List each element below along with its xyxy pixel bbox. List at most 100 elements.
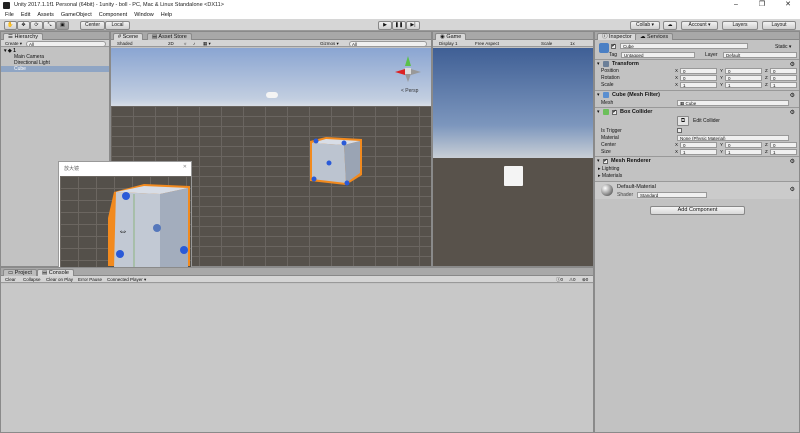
tab-hierarchy[interactable]: ☰ Hierarchy <box>3 33 44 40</box>
menu-assets[interactable]: Assets <box>37 12 54 18</box>
rect-tool-button[interactable]: ▣ <box>56 20 69 30</box>
settings-gear-icon[interactable]: ⚙ <box>790 186 795 193</box>
add-component-button[interactable]: Add Component <box>650 206 745 215</box>
audio-toggle-icon[interactable]: ♪ <box>191 41 197 46</box>
size-z-field[interactable]: 1 <box>770 148 797 155</box>
position-z-field[interactable]: 0 <box>770 67 797 74</box>
center-z-field[interactable]: 0 <box>770 141 797 148</box>
material-field[interactable]: None (Physic Material) <box>677 134 789 141</box>
close-button[interactable]: ✕ <box>776 0 800 10</box>
move-tool-button[interactable]: ✥ <box>17 20 30 30</box>
rotation-y-field[interactable]: 0 <box>725 74 762 81</box>
center-x-field[interactable]: 0 <box>680 141 717 148</box>
hierarchy-search-input[interactable]: All <box>26 40 106 47</box>
info-count[interactable]: ⓘ0 <box>554 277 565 282</box>
materials-foldout[interactable]: ▸ Materials <box>598 173 622 179</box>
settings-gear-icon[interactable]: ⚙ <box>790 158 795 165</box>
position-x-field[interactable]: 0 <box>680 67 717 74</box>
game-viewport[interactable] <box>433 48 593 266</box>
menu-gameobject[interactable]: GameObject <box>61 12 92 18</box>
console-error-pause-button[interactable]: Error Pause <box>76 277 104 282</box>
scale-z-field[interactable]: 1 <box>770 81 797 88</box>
object-name-input[interactable]: Cube <box>620 43 748 49</box>
create-dropdown[interactable]: Create ▾ <box>3 41 24 46</box>
shading-dropdown[interactable]: Shaded <box>115 41 135 46</box>
scale-tool-button[interactable]: ⤡ <box>43 20 56 30</box>
menu-component[interactable]: Component <box>99 12 127 18</box>
magnifier-close-button[interactable]: ✕ <box>183 164 187 170</box>
minimize-button[interactable]: – <box>724 0 748 10</box>
hierarchy-item-cube[interactable]: Cube <box>14 66 26 72</box>
rotation-z-field[interactable]: 0 <box>770 74 797 81</box>
rotation-x-field[interactable]: 0 <box>680 74 717 81</box>
tab-project[interactable]: ▭ Project <box>3 269 37 276</box>
tab-console[interactable]: ▤ Console <box>37 269 74 276</box>
center-y-field[interactable]: 0 <box>725 141 762 148</box>
shader-dropdown[interactable]: Standard <box>637 191 707 198</box>
settings-gear-icon[interactable]: ⚙ <box>790 61 795 68</box>
menu-help[interactable]: Help <box>161 12 172 18</box>
layout-dropdown[interactable]: Layout <box>762 20 796 30</box>
pivot-local-button[interactable]: Local <box>105 20 130 30</box>
scale-value[interactable]: 1x <box>568 41 577 46</box>
collab-button[interactable]: Collab ▾ <box>630 20 660 30</box>
size-y-field[interactable]: 1 <box>725 148 762 155</box>
menu-edit[interactable]: Edit <box>21 12 30 18</box>
layers-dropdown[interactable]: Layers <box>722 20 758 30</box>
2d-toggle[interactable]: 2D <box>166 41 176 46</box>
tab-game[interactable]: ◉ Game <box>435 33 467 40</box>
pivot-center-button[interactable]: Center <box>80 20 105 30</box>
box-collider-header[interactable]: ▾ ✔ Box Collider ⚙ <box>595 107 799 116</box>
gizmos-dropdown[interactable]: Gizmos ▾ <box>318 41 341 46</box>
mesh-field[interactable]: ▦ Cube <box>677 99 789 106</box>
mesh-renderer-header[interactable]: ▾ ✔ Mesh Renderer ⚙ <box>595 156 799 165</box>
scale-x-field[interactable]: 1 <box>680 81 717 88</box>
console-log-area[interactable] <box>1 284 593 432</box>
mesh-filter-header[interactable]: ▾ Cube (Mesh Filter) ⚙ <box>595 90 799 99</box>
mesh-renderer-enabled-checkbox[interactable]: ✔ <box>603 158 608 164</box>
box-collider-enabled-checkbox[interactable]: ✔ <box>612 109 617 115</box>
lighting-toggle-icon[interactable]: ☼ <box>181 41 189 46</box>
tab-services[interactable]: ☁ Services <box>635 33 674 40</box>
console-collapse-button[interactable]: Collapse <box>21 277 43 282</box>
scale-y-field[interactable]: 1 <box>725 81 762 88</box>
aspect-dropdown[interactable]: Free Aspect <box>473 41 501 46</box>
cube-object[interactable] <box>304 133 374 188</box>
layer-dropdown[interactable]: Default <box>723 51 797 58</box>
menu-window[interactable]: Window <box>134 12 154 18</box>
tag-dropdown[interactable]: Untagged <box>621 51 695 58</box>
active-checkbox[interactable]: ✔ <box>611 44 616 49</box>
menu-file[interactable]: File <box>5 12 14 18</box>
edit-collider-button[interactable]: ⧉ <box>677 116 689 126</box>
perspective-label[interactable]: < Persp <box>401 88 418 94</box>
rotate-tool-button[interactable]: ⟳ <box>30 20 43 30</box>
tab-scene[interactable]: # Scene <box>113 33 144 40</box>
connected-player-dropdown[interactable]: Connected Player ▾ <box>105 277 148 282</box>
error-count[interactable]: ⊗0 <box>580 277 590 282</box>
light-gizmo-icon[interactable] <box>266 92 278 98</box>
hand-tool-button[interactable]: ✋ <box>4 20 17 30</box>
scene-search-input[interactable]: All <box>349 40 427 47</box>
display-dropdown[interactable]: Display 1 <box>437 41 460 46</box>
x-axis-label: X <box>675 82 679 87</box>
position-y-field[interactable]: 0 <box>725 67 762 74</box>
cloud-button[interactable]: ☁ <box>663 20 677 30</box>
pause-button[interactable]: ❚❚ <box>392 20 406 30</box>
play-button[interactable]: ▶ <box>378 20 392 30</box>
console-clear-button[interactable]: Clear <box>3 277 18 282</box>
scene-orientation-gizmo[interactable] <box>393 54 423 86</box>
settings-gear-icon[interactable]: ⚙ <box>790 92 795 99</box>
tab-asset-store[interactable]: ▤ Asset Store <box>147 33 192 40</box>
settings-gear-icon[interactable]: ⚙ <box>790 109 795 116</box>
account-button[interactable]: Account ▾ <box>681 20 718 30</box>
size-x-field[interactable]: 1 <box>680 148 717 155</box>
is-trigger-checkbox[interactable] <box>677 128 682 133</box>
step-button[interactable]: ▶| <box>406 20 420 30</box>
tab-inspector[interactable]: ⓘ Inspector <box>597 33 637 40</box>
maximize-button[interactable]: ❐ <box>750 0 774 10</box>
warning-count[interactable]: ⚠0 <box>567 277 578 282</box>
lighting-foldout[interactable]: ▸ Lighting <box>598 166 619 172</box>
effects-toggle-icon[interactable]: ▦ ▾ <box>201 41 213 46</box>
console-clear-on-play-button[interactable]: Clear on Play <box>44 277 75 282</box>
static-checkbox[interactable]: Static ▾ <box>775 44 791 50</box>
